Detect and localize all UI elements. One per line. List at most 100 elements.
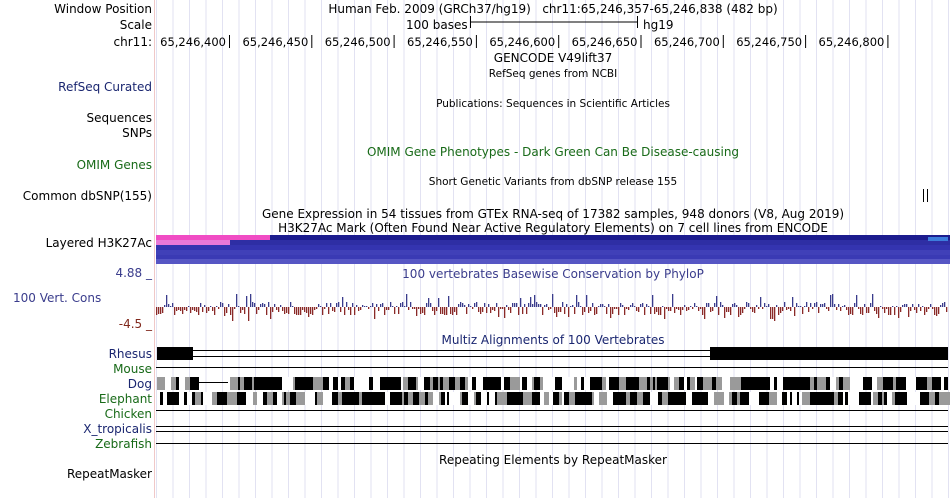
elephant-alignment-block[interactable]	[592, 392, 594, 405]
elephant-alignment-block[interactable]	[866, 392, 871, 405]
dog-alignment-block[interactable]	[653, 377, 655, 390]
dog-alignment-block[interactable]	[602, 377, 606, 390]
elephant-alignment-block[interactable]	[575, 392, 581, 405]
elephant-alignment-block[interactable]	[449, 392, 454, 405]
elephant-alignment-block[interactable]	[253, 392, 257, 405]
elephant-alignment-block[interactable]	[643, 392, 646, 405]
elephant-alignment-block[interactable]	[237, 392, 242, 405]
elephant-alignment-block[interactable]	[782, 392, 787, 405]
dog-alignment-block[interactable]	[642, 377, 647, 390]
elephant-alignment-block[interactable]	[523, 392, 527, 405]
dog-alignment-block[interactable]	[169, 377, 171, 390]
elephant-alignment-block[interactable]	[714, 392, 718, 405]
dog-alignment-block[interactable]	[919, 377, 925, 390]
dog-alignment-block[interactable]	[393, 377, 396, 390]
elephant-alignment-block[interactable]	[559, 392, 562, 405]
elephant-alignment-block[interactable]	[513, 392, 519, 405]
elephant-alignment-block[interactable]	[354, 392, 359, 405]
elephant-alignment-block[interactable]	[729, 392, 732, 405]
dog-alignment-block[interactable]	[329, 377, 333, 390]
elephant-alignment-block[interactable]	[447, 392, 449, 405]
dog-alignment-block[interactable]	[812, 377, 814, 390]
elephant-alignment-block[interactable]	[769, 392, 774, 405]
elephant-alignment-block[interactable]	[613, 392, 617, 405]
elephant-alignment-block[interactable]	[895, 392, 898, 405]
elephant-alignment-block[interactable]	[507, 392, 509, 405]
dog-alignment-block[interactable]	[240, 377, 244, 390]
elephant-alignment-block[interactable]	[594, 392, 599, 405]
elephant-alignment-block[interactable]	[187, 392, 192, 405]
dog-alignment-block[interactable]	[254, 377, 259, 390]
dog-alignment-block[interactable]	[532, 377, 534, 390]
dog-alignment-block[interactable]	[491, 377, 496, 390]
elephant-alignment-block[interactable]	[163, 392, 167, 405]
dog-alignment-block[interactable]	[944, 377, 948, 390]
dog-alignment-block[interactable]	[520, 377, 522, 390]
dog-alignment-block[interactable]	[171, 377, 176, 390]
elephant-alignment-block[interactable]	[468, 392, 474, 405]
dog-alignment-block[interactable]	[823, 377, 826, 390]
elephant-alignment-block[interactable]	[662, 392, 668, 405]
dog-alignment-block[interactable]	[333, 377, 338, 390]
dog-alignment-block[interactable]	[628, 377, 634, 390]
dog-alignment-block[interactable]	[179, 377, 185, 390]
elephant-alignment-block[interactable]	[519, 392, 523, 405]
elephant-alignment-block[interactable]	[797, 392, 799, 405]
elephant-alignment-block[interactable]	[759, 392, 764, 405]
dog-alignment-block[interactable]	[443, 377, 449, 390]
elephant-alignment-block[interactable]	[495, 392, 497, 405]
elephant-alignment-block[interactable]	[242, 392, 246, 405]
dog-alignment-block[interactable]	[839, 377, 843, 390]
dog-alignment-block[interactable]	[927, 377, 932, 390]
dog-alignment-block[interactable]	[814, 377, 817, 390]
elephant-alignment-block[interactable]	[227, 392, 230, 405]
dog-alignment-block[interactable]	[560, 377, 562, 390]
elephant-alignment-block[interactable]	[668, 392, 672, 405]
dbsnp-variant[interactable]	[927, 189, 928, 202]
elephant-alignment-block[interactable]	[263, 392, 267, 405]
dog-alignment-block[interactable]	[474, 377, 476, 390]
dog-alignment-block[interactable]	[801, 377, 804, 390]
dog-alignment-block[interactable]	[416, 377, 418, 390]
elephant-alignment-block[interactable]	[282, 392, 284, 405]
h3k27ac-band[interactable]	[156, 259, 950, 264]
dog-alignment-block[interactable]	[674, 377, 679, 390]
dog-alignment-block[interactable]	[817, 377, 823, 390]
h3k27ac-band[interactable]	[156, 235, 270, 240]
dog-alignment-block[interactable]	[714, 377, 716, 390]
dog-alignment-block[interactable]	[941, 377, 944, 390]
dog-alignment-block[interactable]	[162, 377, 165, 390]
dog-alignment-block[interactable]	[369, 377, 371, 390]
dog-alignment-block[interactable]	[700, 377, 703, 390]
dog-alignment-block[interactable]	[612, 377, 614, 390]
dog-alignment-block[interactable]	[789, 377, 791, 390]
elephant-alignment-block[interactable]	[676, 392, 682, 405]
h3k27ac-band[interactable]	[156, 245, 950, 250]
elephant-alignment-block[interactable]	[413, 392, 419, 405]
dog-alignment-block[interactable]	[307, 377, 313, 390]
dog-alignment-block[interactable]	[244, 377, 246, 390]
elephant-alignment-block[interactable]	[581, 392, 583, 405]
dog-alignment-block[interactable]	[555, 377, 558, 390]
h3k27ac-band[interactable]	[156, 255, 950, 259]
elephant-alignment-block[interactable]	[745, 392, 749, 405]
elephant-alignment-block[interactable]	[718, 392, 720, 405]
dog-alignment-block[interactable]	[670, 377, 674, 390]
dog-alignment-block[interactable]	[932, 377, 937, 390]
elephant-alignment-block[interactable]	[583, 392, 586, 405]
elephant-alignment-block[interactable]	[790, 392, 792, 405]
elephant-alignment-block[interactable]	[433, 392, 439, 405]
dog-alignment-block[interactable]	[384, 377, 386, 390]
elephant-alignment-block[interactable]	[529, 392, 532, 405]
elephant-alignment-block[interactable]	[286, 392, 290, 405]
dog-alignment-block[interactable]	[609, 377, 612, 390]
dog-alignment-block[interactable]	[286, 377, 291, 390]
dog-alignment-block[interactable]	[843, 377, 848, 390]
dog-alignment-block[interactable]	[465, 377, 468, 390]
dog-alignment-block[interactable]	[903, 377, 906, 390]
dog-alignment-block[interactable]	[252, 377, 254, 390]
elephant-alignment-block[interactable]	[373, 392, 375, 405]
elephant-alignment-block[interactable]	[840, 392, 843, 405]
elephant-alignment-block[interactable]	[650, 392, 653, 405]
dog-alignment-block[interactable]	[396, 377, 401, 390]
